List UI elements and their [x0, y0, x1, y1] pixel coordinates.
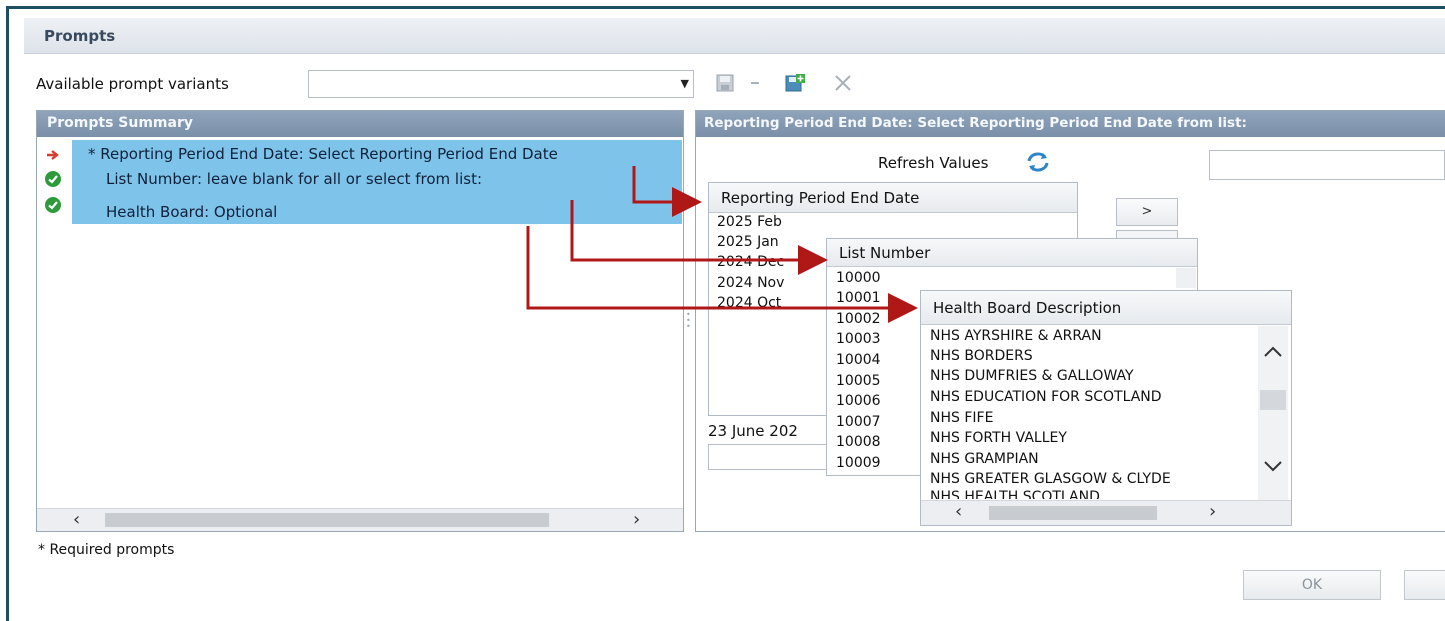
- scroll-left-icon[interactable]: ‹: [73, 509, 80, 530]
- summary-row-list-number[interactable]: List Number: leave blank for all or sele…: [106, 170, 482, 188]
- scroll-right-icon[interactable]: ›: [633, 509, 640, 530]
- list-item[interactable]: 2024 Dec: [717, 254, 784, 270]
- variants-label: Available prompt variants: [36, 75, 229, 93]
- required-prompts-note: * Required prompts: [38, 542, 175, 558]
- health-board-scroll-thumb[interactable]: [1260, 390, 1286, 410]
- scroll-up-icon[interactable]: [1262, 344, 1284, 360]
- variants-dropdown[interactable]: ▼: [308, 70, 694, 98]
- list-item[interactable]: 2025 Jan: [717, 234, 779, 250]
- refresh-icon[interactable]: [1024, 150, 1052, 174]
- scroll-thumb[interactable]: [105, 513, 549, 527]
- list-item[interactable]: 10000: [836, 270, 881, 286]
- prompts-summary-header: Prompts Summary: [37, 111, 683, 137]
- prompt-detail-header: Reporting Period End Date: Select Report…: [696, 111, 1445, 137]
- list-item[interactable]: 10006: [836, 393, 881, 409]
- dropdown-arrow-icon[interactable]: ▼: [681, 77, 689, 90]
- check-icon: [45, 197, 61, 213]
- summary-row-health-board[interactable]: Health Board: Optional: [106, 203, 277, 221]
- scroll-thumb[interactable]: [989, 506, 1157, 520]
- current-arrow-icon: [47, 150, 59, 160]
- list-item[interactable]: 10007: [836, 414, 881, 430]
- list-item[interactable]: NHS AYRSHIRE & ARRAN: [930, 328, 1102, 344]
- list-item[interactable]: NHS FORTH VALLEY: [930, 430, 1067, 446]
- list-item[interactable]: 10008: [836, 434, 881, 450]
- check-icon: [45, 171, 61, 187]
- list-number-scroll-top[interactable]: [1176, 268, 1196, 288]
- list-item[interactable]: NHS GREATER GLASGOW & CLYDE: [930, 471, 1256, 487]
- cancel-button[interactable]: [1404, 570, 1445, 600]
- list-item[interactable]: NHS EDUCATION FOR SCOTLAND: [930, 389, 1162, 405]
- list-item[interactable]: 2024 Oct: [717, 295, 781, 311]
- selected-value-input[interactable]: [708, 444, 828, 470]
- list-item[interactable]: 10009: [836, 455, 881, 471]
- list-item[interactable]: 2025 Feb: [717, 214, 782, 230]
- list-item[interactable]: NHS GRAMPIAN: [930, 451, 1039, 467]
- list-item[interactable]: NHS DUMFRIES & GALLOWAY: [930, 368, 1134, 384]
- list-number-list-header: List Number: [827, 239, 1197, 267]
- delete-icon[interactable]: [832, 72, 854, 94]
- list-item[interactable]: 2024 Nov: [717, 275, 784, 291]
- health-board-list-header: Health Board Description: [921, 291, 1291, 325]
- list-item[interactable]: 10004: [836, 352, 881, 368]
- list-item[interactable]: NHS FIFE: [930, 410, 993, 426]
- add-selection-button[interactable]: >: [1116, 198, 1178, 226]
- save-icon[interactable]: [714, 72, 736, 94]
- list-item[interactable]: 10002: [836, 311, 881, 327]
- search-input[interactable]: [1209, 150, 1445, 180]
- panel-splitter[interactable]: • • • •: [686, 305, 692, 346]
- list-item[interactable]: 10003: [836, 331, 881, 347]
- save-as-icon[interactable]: [784, 72, 806, 94]
- health-board-horizontal-scrollbar[interactable]: ‹ ›: [921, 500, 1291, 525]
- dialog-title: Prompts: [44, 27, 116, 45]
- save-dropdown-icon[interactable]: [748, 72, 762, 94]
- summary-row-period[interactable]: * Reporting Period End Date: Select Repo…: [88, 145, 558, 163]
- list-item[interactable]: NHS BORDERS: [930, 348, 1033, 364]
- scroll-down-icon[interactable]: [1262, 458, 1284, 474]
- scroll-left-icon[interactable]: ‹: [955, 501, 962, 522]
- scroll-right-icon[interactable]: ›: [1209, 501, 1216, 522]
- summary-horizontal-scrollbar[interactable]: ‹ ›: [37, 508, 683, 531]
- selected-value-text: 23 June 202: [708, 422, 798, 440]
- list-item[interactable]: NHS HEALTH SCOTLAND: [930, 489, 1100, 499]
- ok-button[interactable]: OK: [1243, 570, 1381, 600]
- list-item[interactable]: 10005: [836, 373, 881, 389]
- reporting-period-list-header: Reporting Period End Date: [709, 183, 1077, 213]
- dialog-title-bar: Prompts: [24, 18, 1445, 54]
- list-item[interactable]: 10001: [836, 290, 881, 306]
- refresh-values-link[interactable]: Refresh Values: [878, 154, 988, 172]
- move-button-secondary[interactable]: [1116, 230, 1178, 238]
